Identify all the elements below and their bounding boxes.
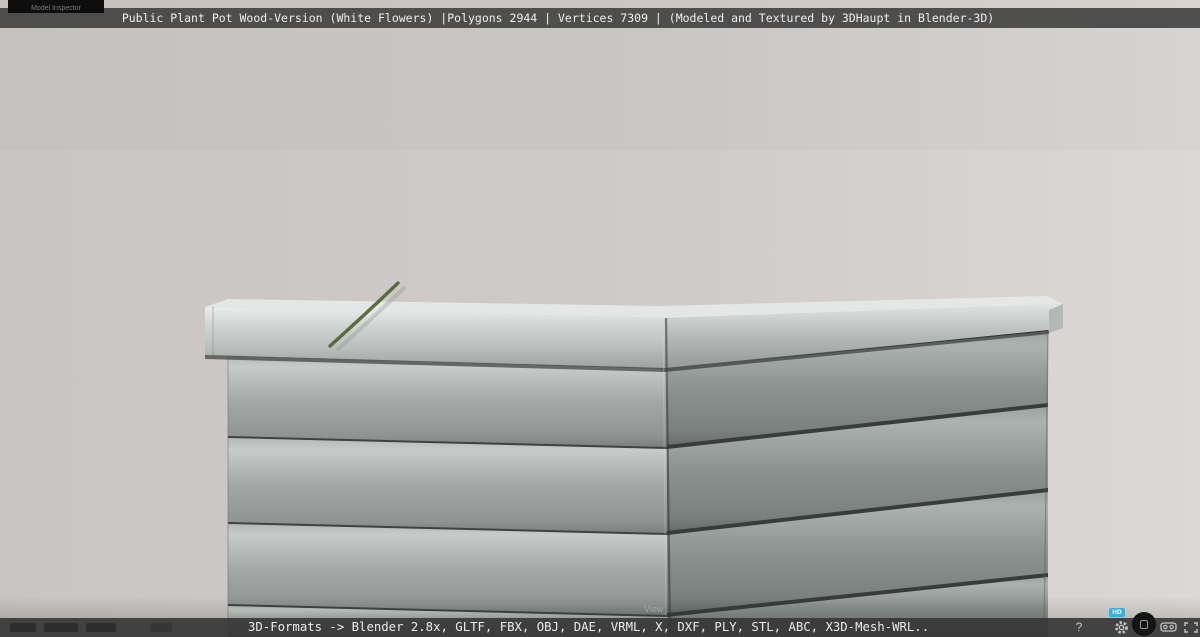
orb-button-icon[interactable] [1132, 612, 1156, 636]
vr-headset-icon[interactable] [1160, 620, 1177, 637]
model-inspector-chip[interactable]: Model Inspector [8, 0, 104, 13]
model-title: Public Plant Pot Wood-Version (White Flo… [121, 11, 995, 25]
model-viewport[interactable] [0, 0, 1200, 637]
model-inspector-label: Model Inspector [31, 5, 81, 12]
bottom-bar: 3D-Formats -> Blender 2.8x, GLTF, FBX, O… [0, 618, 1200, 637]
view-hint-label: View [644, 604, 664, 614]
ghost-control-icon [86, 623, 116, 632]
ghost-control-icon [44, 623, 78, 632]
viewer-window: Public Plant Pot Wood-Version (White Flo… [0, 0, 1200, 637]
help-icon[interactable]: ? [1072, 618, 1086, 637]
fullscreen-icon[interactable] [1184, 620, 1198, 637]
ghost-control-icon [150, 623, 172, 632]
ghost-control-icon [10, 623, 36, 632]
title-bar: Public Plant Pot Wood-Version (White Flo… [0, 8, 1200, 28]
hd-badge[interactable]: HD [1109, 608, 1125, 617]
settings-gear-icon[interactable] [1114, 620, 1129, 637]
formats-text: 3D-Formats -> Blender 2.8x, GLTF, FBX, O… [248, 620, 930, 634]
